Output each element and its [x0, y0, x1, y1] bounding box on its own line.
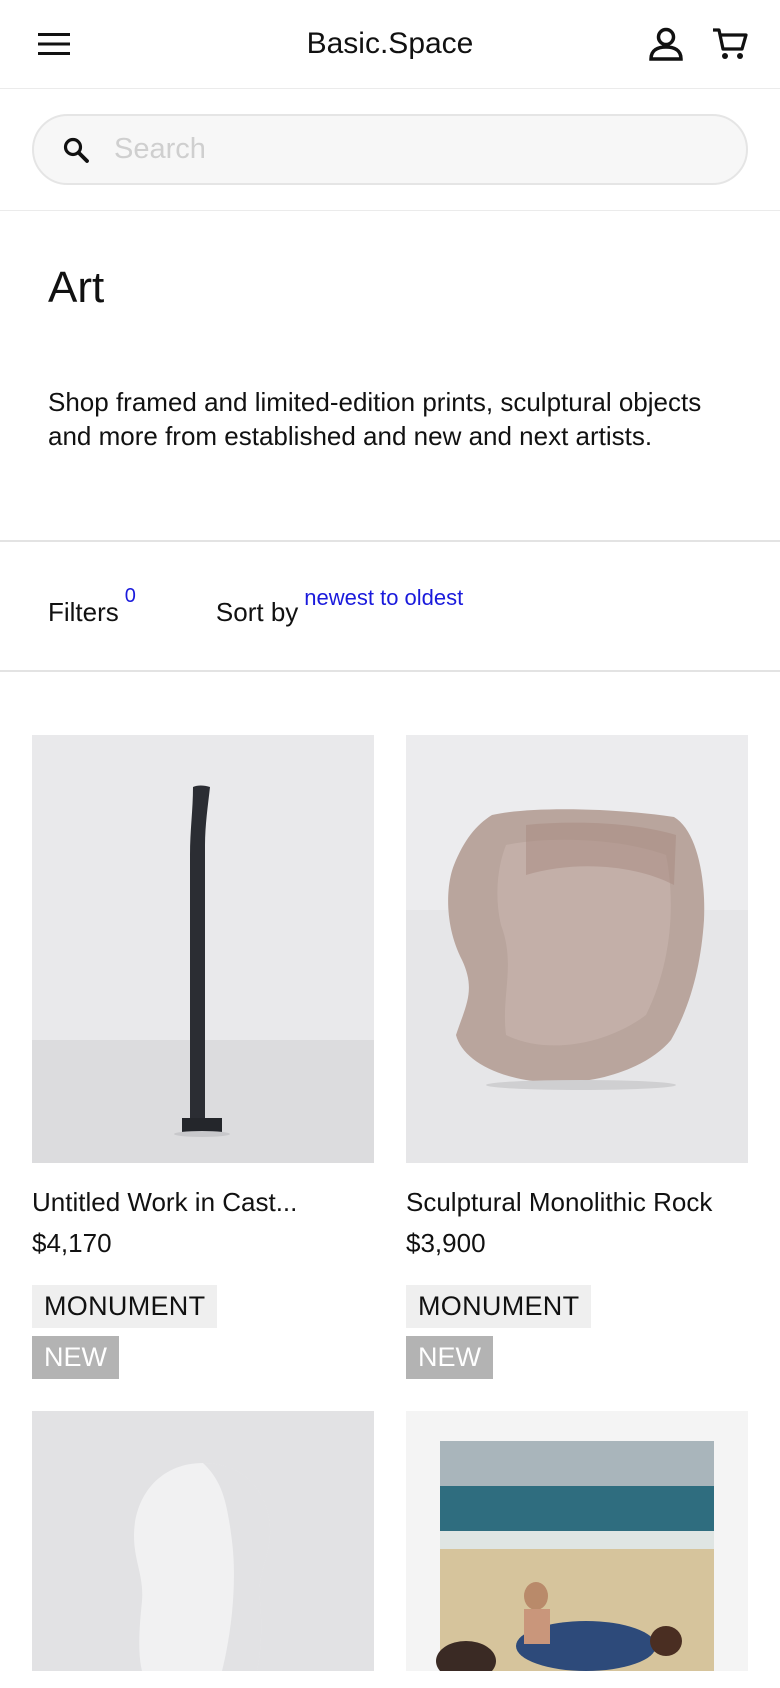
filter-sort-bar: Filters 0 Sort by newest to oldest	[0, 542, 780, 672]
product-title[interactable]: Untitled Work in Cast...	[32, 1187, 374, 1218]
product-card[interactable]	[32, 1411, 374, 1671]
hamburger-menu-icon	[38, 33, 70, 55]
product-grid: Untitled Work in Cast... $4,170 MONUMENT…	[0, 672, 780, 1671]
rock-image	[406, 735, 748, 1163]
product-card[interactable]: Untitled Work in Cast... $4,170 MONUMENT…	[32, 735, 374, 1379]
brand-logo[interactable]: Basic.Space	[307, 27, 474, 60]
top-header: Basic.Space	[0, 0, 780, 89]
product-image[interactable]	[32, 1411, 374, 1671]
cart-button[interactable]	[710, 24, 750, 64]
account-button[interactable]	[646, 24, 686, 64]
user-icon	[649, 27, 683, 61]
product-card[interactable]: Sculptural Monolithic Rock $3,900 MONUME…	[406, 735, 748, 1379]
product-image[interactable]	[32, 735, 374, 1163]
new-badge: NEW	[406, 1336, 493, 1379]
brand-tag: MONUMENT	[406, 1285, 592, 1328]
product-price: $4,170	[32, 1228, 112, 1258]
beach-painting-image	[406, 1411, 748, 1671]
search-icon	[63, 137, 89, 163]
product-image[interactable]	[406, 735, 748, 1163]
new-badge: NEW	[32, 1336, 119, 1379]
filters-button[interactable]: Filters 0	[48, 585, 136, 628]
menu-button[interactable]	[34, 24, 74, 64]
search-box[interactable]	[32, 114, 748, 185]
filters-label: Filters	[48, 596, 119, 627]
page-title: Art	[48, 263, 105, 312]
sort-button[interactable]: Sort by newest to oldest	[216, 585, 463, 628]
search-bar-section	[0, 89, 780, 211]
product-image[interactable]	[406, 1411, 748, 1671]
product-title[interactable]: Sculptural Monolithic Rock	[406, 1187, 748, 1218]
brand-tag: MONUMENT	[32, 1285, 218, 1328]
search-input[interactable]	[112, 132, 672, 167]
stone-sculpture-image	[32, 1411, 374, 1671]
sculpture-image	[32, 735, 374, 1163]
filters-count-badge: 0	[124, 584, 136, 607]
category-intro: Art Shop framed and limited-edition prin…	[0, 211, 780, 542]
page-description: Shop framed and limited-edition prints, …	[48, 387, 702, 451]
shopping-cart-icon	[713, 28, 748, 59]
product-price: $3,900	[406, 1228, 486, 1258]
sort-label: Sort by	[215, 596, 299, 627]
sort-value: newest to oldest	[304, 584, 464, 610]
product-card[interactable]	[406, 1411, 748, 1671]
